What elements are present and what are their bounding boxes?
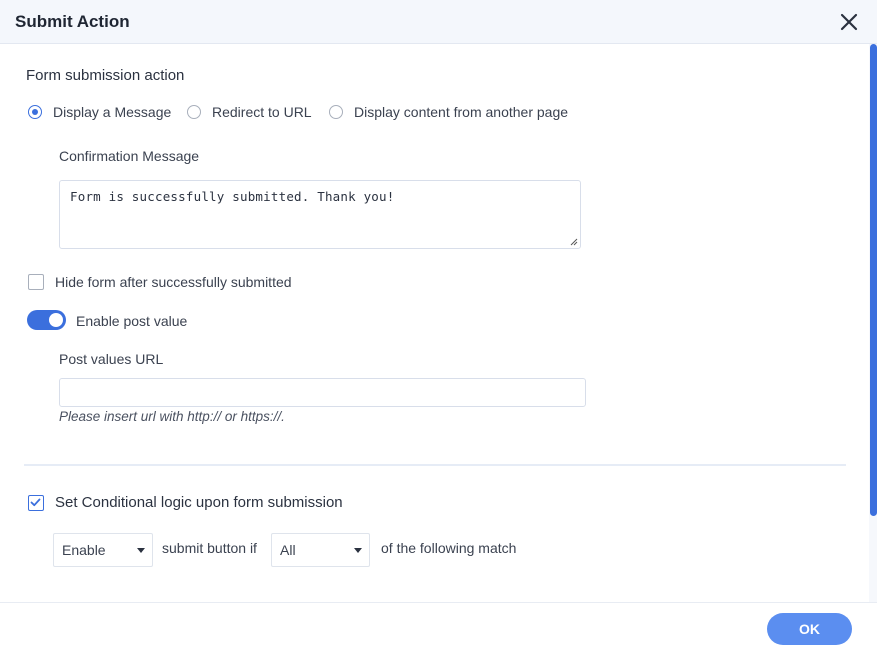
radio-display-content[interactable]: Display content from another page [329, 103, 568, 121]
radio-button[interactable] [329, 105, 343, 119]
close-icon[interactable] [836, 9, 862, 35]
action-select[interactable]: Enable [53, 533, 153, 567]
radio-redirect-url[interactable]: Redirect to URL [187, 103, 312, 121]
section-title: Form submission action [26, 67, 185, 84]
submit-button-if-text: submit button if [162, 540, 257, 556]
conditional-logic-option[interactable]: Set Conditional logic upon form submissi… [28, 494, 343, 511]
checkmark-icon [30, 498, 41, 506]
action-select-value: Enable [62, 542, 106, 558]
enable-post-value-toggle[interactable] [27, 310, 66, 330]
following-match-text: of the following match [381, 540, 517, 556]
toggle-knob [49, 313, 63, 327]
radio-label: Display a Message [53, 104, 172, 120]
textarea-value: Form is successfully submitted. Thank yo… [70, 189, 395, 204]
hide-form-label: Hide form after successfully submitted [55, 274, 292, 290]
post-values-url-input[interactable] [59, 378, 586, 407]
chevron-down-icon [137, 548, 145, 553]
dialog-title: Submit Action [15, 12, 130, 31]
enable-post-value-label: Enable post value [76, 313, 188, 329]
radio-button[interactable] [28, 105, 42, 119]
radio-label: Redirect to URL [212, 104, 312, 120]
footer-divider [0, 602, 877, 603]
post-values-url-label: Post values URL [59, 351, 164, 367]
url-hint: Please insert url with http:// or https:… [59, 409, 285, 424]
resize-grip-icon[interactable] [570, 238, 578, 246]
ok-button[interactable]: OK [767, 613, 852, 645]
match-select[interactable]: All [271, 533, 370, 567]
dialog-header: Submit Action [0, 0, 877, 44]
hide-form-checkbox[interactable] [28, 274, 44, 290]
radio-label: Display content from another page [354, 104, 569, 120]
match-select-value: All [280, 542, 296, 558]
conditional-logic-checkbox[interactable] [28, 494, 44, 511]
conditional-logic-label: Set Conditional logic upon form submissi… [55, 494, 343, 511]
confirmation-message-textarea[interactable]: Form is successfully submitted. Thank yo… [59, 180, 581, 249]
section-divider [24, 464, 846, 466]
chevron-down-icon [354, 548, 362, 553]
radio-display-message[interactable]: Display a Message [28, 103, 171, 121]
hide-form-option[interactable]: Hide form after successfully submitted [28, 274, 292, 290]
scrollbar-thumb[interactable] [870, 44, 877, 516]
confirmation-message-label: Confirmation Message [59, 148, 200, 164]
radio-button[interactable] [187, 105, 201, 119]
